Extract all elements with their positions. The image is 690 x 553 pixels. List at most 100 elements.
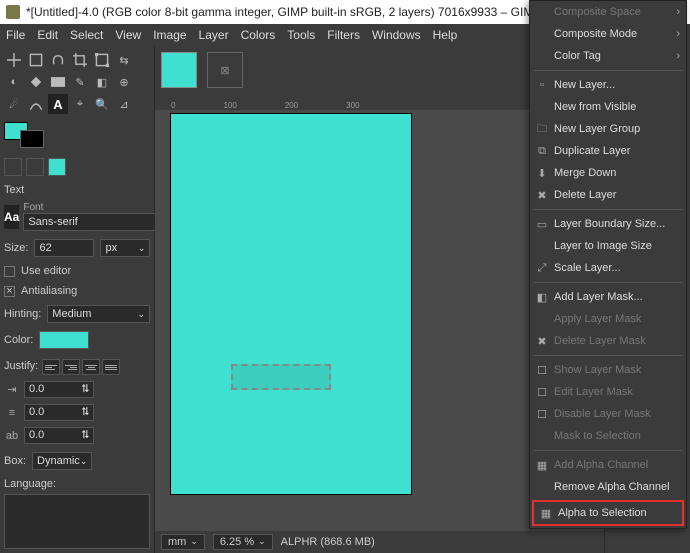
crop-tool-icon[interactable] bbox=[70, 50, 90, 70]
justify-center-icon[interactable] bbox=[82, 359, 100, 375]
menu-add-mask[interactable]: ◧Add Layer Mask... bbox=[530, 286, 686, 308]
menu-add-alpha[interactable]: ▦Add Alpha Channel bbox=[530, 454, 686, 476]
menu-new-layer-group[interactable]: 🗀New Layer Group bbox=[530, 118, 686, 140]
canvas[interactable] bbox=[171, 114, 411, 494]
checkbox-icon: ☐ bbox=[535, 385, 549, 399]
scale-icon: ⤢ bbox=[535, 261, 549, 275]
color-picker-icon[interactable]: ⌖ bbox=[70, 94, 90, 114]
justify-right-icon[interactable] bbox=[62, 359, 80, 375]
language-input[interactable] bbox=[4, 494, 150, 549]
new-layer-icon: ▫ bbox=[535, 78, 549, 92]
menu-remove-alpha[interactable]: Remove Alpha Channel bbox=[530, 476, 686, 498]
hinting-dropdown[interactable]: Medium⌄ bbox=[47, 305, 150, 323]
letter-spacing-icon: ab bbox=[4, 430, 20, 442]
menu-filters[interactable]: Filters bbox=[327, 28, 360, 42]
selection-rectangle[interactable] bbox=[231, 364, 331, 390]
menu-show-mask[interactable]: ☐Show Layer Mask bbox=[530, 359, 686, 381]
status-info: ALPHR (868.6 MB) bbox=[281, 536, 375, 548]
transform-tool-icon[interactable] bbox=[92, 50, 112, 70]
justify-left-icon[interactable] bbox=[42, 359, 60, 375]
size-label: Size: bbox=[4, 242, 28, 254]
text-tool-icon[interactable]: A bbox=[48, 94, 68, 114]
alpha-icon: ▦ bbox=[535, 458, 549, 472]
menu-composite-space[interactable]: Composite Space bbox=[530, 1, 686, 23]
menu-new-layer[interactable]: ▫New Layer... bbox=[530, 74, 686, 96]
path-tool-icon[interactable] bbox=[26, 94, 46, 114]
line-spacing-input[interactable]: 0.0⮁ bbox=[24, 404, 94, 421]
menu-view[interactable]: View bbox=[115, 28, 141, 42]
font-picker-icon[interactable]: Aa bbox=[4, 205, 19, 229]
menu-image[interactable]: Image bbox=[153, 28, 186, 42]
letter-spacing-input[interactable]: 0.0⮁ bbox=[24, 427, 94, 444]
menu-edit-mask[interactable]: ☐Edit Layer Mask bbox=[530, 381, 686, 403]
menu-layer[interactable]: Layer bbox=[199, 28, 229, 42]
justify-fill-icon[interactable] bbox=[102, 359, 120, 375]
use-editor-checkbox[interactable] bbox=[4, 266, 15, 277]
indent-input[interactable]: 0.0⮁ bbox=[24, 381, 94, 398]
images-tab-icon[interactable] bbox=[48, 158, 66, 176]
antialiasing-checkbox[interactable] bbox=[4, 286, 15, 297]
menu-delete-mask[interactable]: ✖Delete Layer Mask bbox=[530, 330, 686, 352]
menu-layer-to-image[interactable]: Layer to Image Size bbox=[530, 235, 686, 257]
font-label: Font bbox=[23, 202, 175, 213]
menu-merge-down[interactable]: ⬇Merge Down bbox=[530, 162, 686, 184]
menu-disable-mask[interactable]: ☐Disable Layer Mask bbox=[530, 403, 686, 425]
menu-file[interactable]: File bbox=[6, 28, 25, 42]
size-unit-dropdown[interactable]: px⌄ bbox=[100, 239, 150, 257]
checkbox-icon: ☐ bbox=[535, 363, 549, 377]
background-color[interactable] bbox=[20, 130, 44, 148]
menu-apply-mask[interactable]: Apply Layer Mask bbox=[530, 308, 686, 330]
device-tab-icon[interactable] bbox=[26, 158, 44, 176]
measure-tool-icon[interactable]: ⊿ bbox=[114, 94, 134, 114]
eraser-tool-icon[interactable]: ◧ bbox=[92, 72, 112, 92]
warp-tool-icon[interactable]: ◐ bbox=[4, 72, 24, 92]
checkbox-icon: ☐ bbox=[535, 407, 549, 421]
close-image-icon[interactable]: ⊠ bbox=[207, 52, 243, 88]
menu-alpha-to-selection[interactable]: ▦Alpha to Selection bbox=[534, 502, 682, 524]
menu-boundary-size[interactable]: ▭Layer Boundary Size... bbox=[530, 213, 686, 235]
menu-select[interactable]: Select bbox=[70, 28, 103, 42]
delete-icon: ✖ bbox=[535, 188, 549, 202]
rect-select-icon[interactable] bbox=[26, 50, 46, 70]
gradient-tool-icon[interactable] bbox=[48, 72, 68, 92]
menu-delete-layer[interactable]: ✖Delete Layer bbox=[530, 184, 686, 206]
text-section-label: Text bbox=[4, 184, 150, 196]
alpha-sel-icon: ▦ bbox=[539, 506, 553, 520]
box-dropdown[interactable]: Dynamic⌄ bbox=[32, 452, 92, 470]
toolbox: ⇆ ◐ ✎ ◧ ⊕ ☄ A ⌖ 🔍 ⊿ Text Aa Font bbox=[0, 46, 155, 553]
box-label: Box: bbox=[4, 455, 26, 467]
menu-duplicate-layer[interactable]: ⧉Duplicate Layer bbox=[530, 140, 686, 162]
hinting-label: Hinting: bbox=[4, 308, 41, 320]
justify-label: Justify: bbox=[4, 360, 38, 372]
image-thumb[interactable] bbox=[161, 52, 197, 88]
duplicate-icon: ⧉ bbox=[535, 144, 549, 158]
free-select-icon[interactable] bbox=[48, 50, 68, 70]
menu-new-from-visible[interactable]: New from Visible bbox=[530, 96, 686, 118]
menu-edit[interactable]: Edit bbox=[37, 28, 58, 42]
app-icon bbox=[6, 5, 20, 19]
menu-scale-layer[interactable]: ⤢Scale Layer... bbox=[530, 257, 686, 279]
font-input[interactable] bbox=[23, 213, 175, 231]
unit-dropdown[interactable]: mm⌄ bbox=[161, 534, 205, 550]
line-spacing-icon: ≡ bbox=[4, 407, 20, 419]
flip-tool-icon[interactable]: ⇆ bbox=[114, 50, 134, 70]
pencil-tool-icon[interactable]: ✎ bbox=[70, 72, 90, 92]
clone-tool-icon[interactable]: ⊕ bbox=[114, 72, 134, 92]
size-input[interactable] bbox=[34, 239, 94, 257]
menu-color-tag[interactable]: Color Tag bbox=[530, 45, 686, 67]
menu-tools[interactable]: Tools bbox=[287, 28, 315, 42]
text-color-swatch[interactable] bbox=[39, 331, 89, 349]
move-tool-icon[interactable] bbox=[4, 50, 24, 70]
antialiasing-label: Antialiasing bbox=[21, 285, 77, 297]
menu-composite-mode[interactable]: Composite Mode bbox=[530, 23, 686, 45]
color-swatches[interactable] bbox=[4, 122, 150, 148]
bucket-fill-icon[interactable] bbox=[26, 72, 46, 92]
zoom-tool-icon[interactable]: 🔍 bbox=[92, 94, 112, 114]
zoom-dropdown[interactable]: 6.25 %⌄ bbox=[213, 534, 273, 550]
menu-colors[interactable]: Colors bbox=[241, 28, 276, 42]
menu-help[interactable]: Help bbox=[433, 28, 458, 42]
menu-mask-to-selection[interactable]: Mask to Selection bbox=[530, 425, 686, 447]
smudge-tool-icon[interactable]: ☄ bbox=[4, 94, 24, 114]
options-tab-icon[interactable] bbox=[4, 158, 22, 176]
menu-windows[interactable]: Windows bbox=[372, 28, 421, 42]
